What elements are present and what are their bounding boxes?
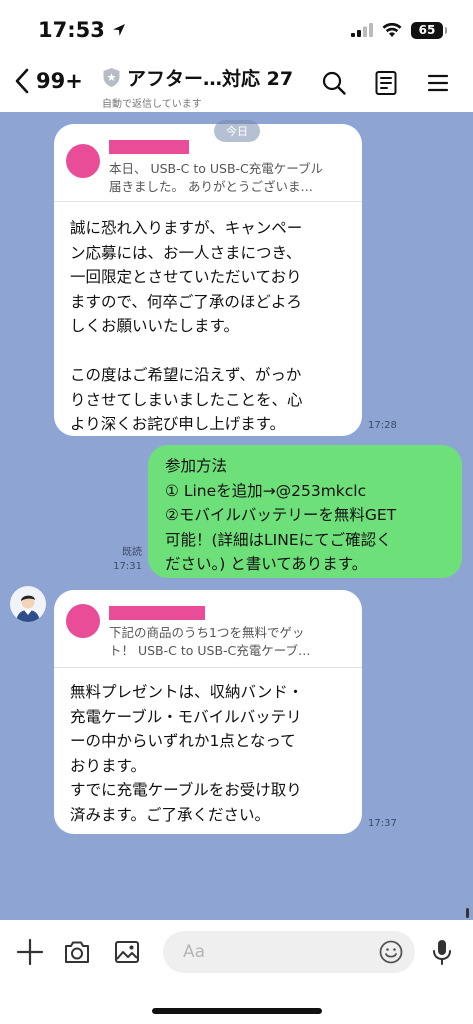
home-indicator[interactable] [152, 1008, 322, 1014]
chat-subtitle: 自動で返信しています [102, 99, 202, 110]
image-icon [115, 941, 139, 963]
status-time: 17:53 [38, 18, 127, 42]
redacted-avatar [66, 144, 100, 178]
menu-button[interactable] [425, 70, 451, 96]
message-input-bar [0, 920, 473, 984]
redacted-name [109, 140, 189, 154]
incoming-message[interactable]: 下記の商品のうち1つを無料でゲッ ト！ USB-C to USB-C充電ケーブ…… [54, 590, 362, 834]
search-button[interactable] [321, 70, 347, 96]
clock: 17:53 [38, 18, 105, 42]
status-bar: 17:53 65 [0, 0, 473, 60]
message-input[interactable] [163, 931, 415, 973]
quoted-text: 下記の商品のうち1つを無料でゲッ ト！ USB-C to USB-C充電ケーブ… [109, 625, 311, 658]
quoted-text: 本日、 USB-C to USB-C充電ケーブル 届きました。 ありがとうござい… [109, 161, 324, 194]
outgoing-message[interactable]: 参加方法 ① Lineを追加→@253mkclc ②モバイルバッテリーを無料GE… [148, 445, 462, 578]
menu-icon [427, 74, 449, 92]
location-arrow-icon [112, 24, 125, 36]
camera-icon [65, 941, 89, 963]
wifi-icon [382, 22, 402, 37]
message-time: 17:28 [368, 420, 397, 431]
signal-icon [351, 23, 373, 37]
unread-count: 99+ [36, 69, 83, 93]
person-avatar-icon [16, 595, 40, 622]
redacted-name [109, 606, 205, 620]
emoji-icon [379, 940, 403, 964]
official-account-shield-icon [103, 68, 120, 87]
camera-button[interactable] [63, 938, 91, 966]
message-text: 誠に恐れ入りますが、キャンペー ン応募には、お一人さまにつき、 一回限定とさせて… [70, 219, 303, 433]
quoted-reply[interactable]: 本日、 USB-C to USB-C充電ケーブル 届きました。 ありがとうござい… [54, 124, 362, 202]
chat-title-area[interactable]: アフター…対応 27 自動で返信しています [102, 64, 293, 110]
status-indicators: 65 [351, 21, 447, 39]
chevron-left-icon [15, 68, 29, 94]
search-icon [322, 71, 346, 95]
add-button[interactable] [16, 938, 44, 966]
message-text: 無料プレゼントは、収納バンド・ 充電ケーブル・モバイルバッテリ ーの中からいずれ… [70, 683, 304, 824]
battery-indicator: 65 [411, 21, 447, 39]
microphone-icon [433, 940, 451, 965]
date-divider: 今日 [214, 120, 260, 142]
gallery-button[interactable] [113, 938, 141, 966]
message-time: 17:31 [113, 561, 142, 572]
notes-button[interactable] [373, 70, 399, 96]
back-button[interactable]: 99+ [14, 68, 83, 94]
read-label: 既読 [122, 547, 142, 558]
voice-button[interactable] [428, 938, 456, 966]
quoted-reply[interactable]: 下記の商品のうち1つを無料でゲッ ト！ USB-C to USB-C充電ケーブ… [54, 590, 362, 668]
redacted-avatar [66, 604, 100, 638]
message-time: 17:37 [368, 818, 397, 829]
emoji-button[interactable] [379, 940, 403, 964]
scroll-indicator [466, 908, 469, 918]
message-text: 参加方法 ① Lineを追加→@253mkclc ②モバイルバッテリーを無料GE… [165, 457, 397, 573]
chat-title: アフター…対応 27 [127, 68, 294, 90]
note-icon [375, 71, 397, 95]
sender-avatar[interactable] [10, 586, 46, 622]
chat-area[interactable]: 本日、 USB-C to USB-C充電ケーブル 届きました。 ありがとうござい… [0, 112, 473, 920]
plus-icon [16, 938, 44, 966]
incoming-message[interactable]: 本日、 USB-C to USB-C充電ケーブル 届きました。 ありがとうござい… [54, 124, 362, 436]
read-status: 既読 17:31 [108, 546, 142, 574]
chat-header: 99+ アフター…対応 27 自動で返信しています [0, 60, 473, 112]
